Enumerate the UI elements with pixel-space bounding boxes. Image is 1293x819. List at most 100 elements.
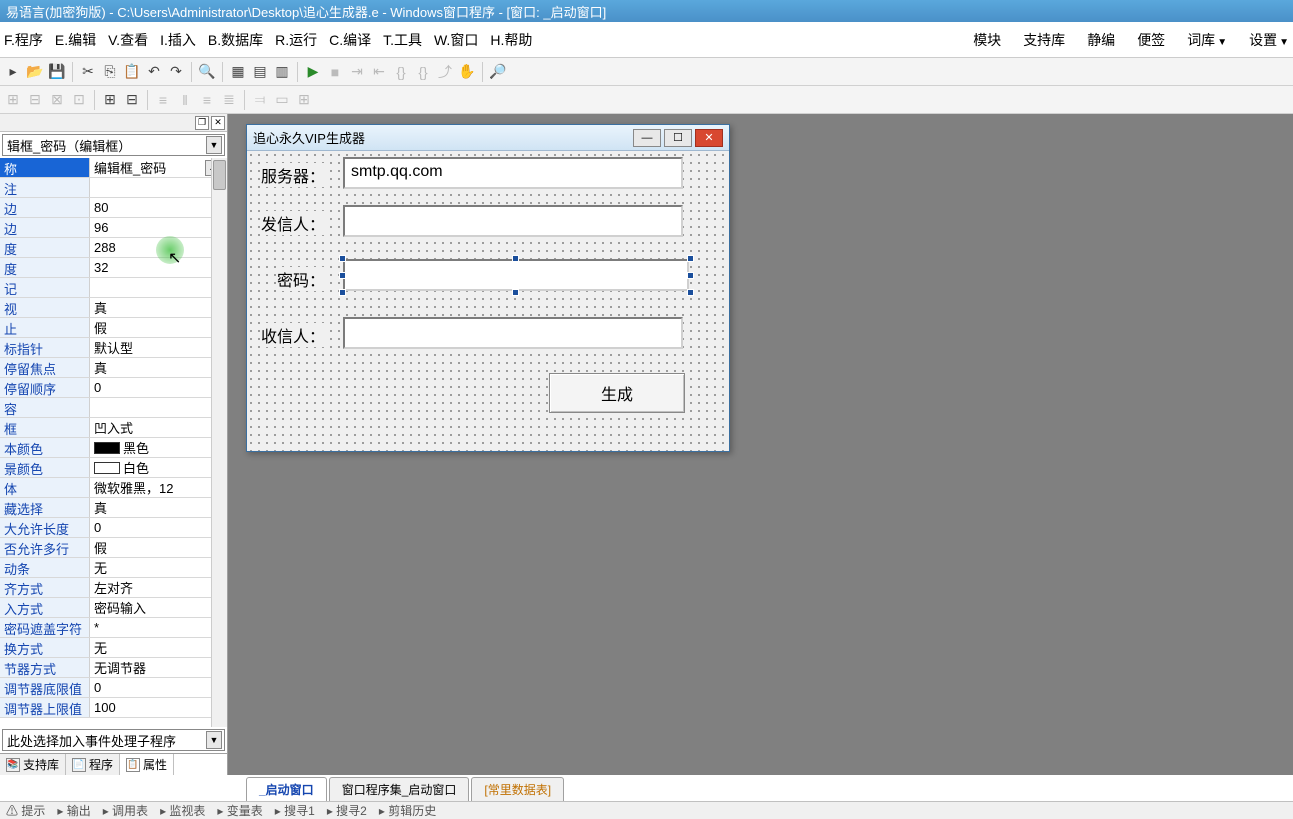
tb-layout2[interactable]: ▤ bbox=[249, 61, 271, 83]
chevron-down-icon[interactable]: ▼ bbox=[206, 731, 222, 749]
property-row[interactable]: 节器方式无调节器 bbox=[0, 658, 227, 678]
panel-close-icon[interactable]: ✕ bbox=[211, 116, 225, 130]
property-row[interactable]: 边96 bbox=[0, 218, 227, 238]
menu-support-lib[interactable]: 支持库 bbox=[1023, 30, 1065, 50]
property-row[interactable]: 标指针默认型 bbox=[0, 338, 227, 358]
menu-module[interactable]: 模块 bbox=[973, 30, 1001, 50]
property-row[interactable]: 调节器上限值100 bbox=[0, 698, 227, 718]
menu-view[interactable]: V.查看 bbox=[108, 30, 148, 50]
menu-edit[interactable]: E.编辑 bbox=[55, 30, 96, 50]
tb-step2[interactable]: ⇤ bbox=[368, 61, 390, 83]
menu-notes[interactable]: 便签 bbox=[1137, 30, 1165, 50]
label-server[interactable]: 服务器： bbox=[261, 163, 325, 187]
editor-tab[interactable]: [常里数据表] bbox=[471, 777, 564, 801]
tb-cut[interactable]: ✂ bbox=[77, 61, 99, 83]
panel-restore-icon[interactable]: ❐ bbox=[195, 116, 209, 130]
maximize-button[interactable]: ☐ bbox=[664, 129, 692, 147]
editor-tab[interactable]: _启动窗口 bbox=[246, 777, 327, 801]
tba-2[interactable]: ⊟ bbox=[24, 89, 46, 111]
property-row[interactable]: 入方式密码输入 bbox=[0, 598, 227, 618]
property-value[interactable]: 0 bbox=[90, 518, 227, 537]
label-sender[interactable]: 发信人： bbox=[261, 211, 325, 235]
tb-open[interactable]: 📂 bbox=[24, 61, 46, 83]
tba-9[interactable]: ≡ bbox=[196, 89, 218, 111]
menu-word-lib[interactable]: 词库▼ bbox=[1187, 30, 1227, 50]
property-row[interactable]: 停留焦点真 bbox=[0, 358, 227, 378]
property-value[interactable]: 假 bbox=[90, 538, 227, 557]
tb-step3[interactable]: {} bbox=[390, 61, 412, 83]
tb-paste[interactable]: 📋 bbox=[121, 61, 143, 83]
property-row[interactable]: 本颜色黑色 bbox=[0, 438, 227, 458]
property-row[interactable]: 框凹入式 bbox=[0, 418, 227, 438]
menu-window[interactable]: W.窗口 bbox=[434, 30, 478, 50]
property-value[interactable]: 假 bbox=[90, 318, 227, 337]
property-row[interactable]: 齐方式左对齐 bbox=[0, 578, 227, 598]
property-row[interactable]: 大允许长度0 bbox=[0, 518, 227, 538]
property-row[interactable]: 记 bbox=[0, 278, 227, 298]
tba-5[interactable]: ⊞ bbox=[99, 89, 121, 111]
menu-settings[interactable]: 设置▼ bbox=[1249, 30, 1289, 50]
property-value[interactable]: 白色 bbox=[90, 458, 227, 477]
input-receiver[interactable] bbox=[343, 317, 683, 349]
editor-tab[interactable]: 窗口程序集_启动窗口 bbox=[329, 777, 470, 801]
property-value[interactable]: 默认型 bbox=[90, 338, 227, 357]
status-item[interactable]: ▸ 搜寻1 bbox=[275, 802, 315, 819]
tb-debug-find[interactable]: 🔎 bbox=[487, 61, 509, 83]
property-value[interactable]: * bbox=[90, 618, 227, 637]
tb-step5[interactable]: ⤴ bbox=[434, 61, 456, 83]
input-sender[interactable] bbox=[343, 205, 683, 237]
property-value[interactable]: 真 bbox=[90, 498, 227, 517]
property-row[interactable]: 边80 bbox=[0, 198, 227, 218]
tb-step4[interactable]: {} bbox=[412, 61, 434, 83]
close-button[interactable]: ✕ bbox=[695, 129, 723, 147]
scrollbar-thumb[interactable] bbox=[213, 160, 226, 190]
property-row[interactable]: 容 bbox=[0, 398, 227, 418]
tb-redo[interactable]: ↷ bbox=[165, 61, 187, 83]
property-row[interactable]: 体微软雅黑，12 bbox=[0, 478, 227, 498]
property-value[interactable]: 无 bbox=[90, 638, 227, 657]
property-value[interactable] bbox=[90, 398, 227, 417]
property-value[interactable]: 288 bbox=[90, 238, 227, 257]
tb-stop[interactable]: ■ bbox=[324, 61, 346, 83]
status-item[interactable]: ⚠ 提示 bbox=[6, 802, 45, 819]
tba-8[interactable]: ‖ bbox=[174, 89, 196, 111]
tba-1[interactable]: ⊞ bbox=[2, 89, 24, 111]
property-value[interactable]: 黑色 bbox=[90, 438, 227, 457]
form-designer[interactable]: 追心永久VIP生成器 — ☐ ✕ 服务器： smtp.qq.com 发信人： 密… bbox=[228, 114, 1293, 775]
tb-undo[interactable]: ↶ bbox=[143, 61, 165, 83]
property-value[interactable]: 96 bbox=[90, 218, 227, 237]
scrollbar[interactable] bbox=[211, 158, 227, 727]
tba-6[interactable]: ⊟ bbox=[121, 89, 143, 111]
tb-copy[interactable]: ⎘ bbox=[99, 61, 121, 83]
property-value[interactable]: 凹入式 bbox=[90, 418, 227, 437]
tba-7[interactable]: ≡ bbox=[152, 89, 174, 111]
tba-12[interactable]: ▭ bbox=[271, 89, 293, 111]
generate-button[interactable]: 生成 bbox=[549, 373, 685, 413]
property-row[interactable]: 换方式无 bbox=[0, 638, 227, 658]
property-grid[interactable]: 称编辑框_密码…注边80边96度288度32记视真止假标指针默认型停留焦点真停留… bbox=[0, 158, 227, 727]
input-server[interactable]: smtp.qq.com bbox=[343, 157, 683, 189]
menu-tools[interactable]: T.工具 bbox=[383, 30, 422, 50]
minimize-button[interactable]: — bbox=[633, 129, 661, 147]
property-row[interactable]: 称编辑框_密码… bbox=[0, 158, 227, 178]
tba-3[interactable]: ⊠ bbox=[46, 89, 68, 111]
designed-form[interactable]: 追心永久VIP生成器 — ☐ ✕ 服务器： smtp.qq.com 发信人： 密… bbox=[246, 124, 730, 452]
tab-program[interactable]: 📄程序 bbox=[66, 754, 120, 775]
status-item[interactable]: ▸ 变量表 bbox=[217, 802, 262, 819]
status-item[interactable]: ▸ 监视表 bbox=[160, 802, 205, 819]
property-value[interactable]: 100 bbox=[90, 698, 227, 717]
tb-layout3[interactable]: ▥ bbox=[271, 61, 293, 83]
status-item[interactable]: ▸ 输出 bbox=[57, 802, 90, 819]
property-value[interactable]: 80 bbox=[90, 198, 227, 217]
property-row[interactable]: 藏选择真 bbox=[0, 498, 227, 518]
tb-layout1[interactable]: ▦ bbox=[227, 61, 249, 83]
property-row[interactable]: 景颜色白色 bbox=[0, 458, 227, 478]
menu-insert[interactable]: I.插入 bbox=[160, 30, 196, 50]
property-value[interactable]: 0 bbox=[90, 678, 227, 697]
tba-11[interactable]: ⫤ bbox=[249, 89, 271, 111]
label-receiver[interactable]: 收信人： bbox=[261, 323, 325, 347]
tb-step1[interactable]: ⇥ bbox=[346, 61, 368, 83]
property-row[interactable]: 注 bbox=[0, 178, 227, 198]
property-value[interactable]: 真 bbox=[90, 298, 227, 317]
tb-find[interactable]: 🔍 bbox=[196, 61, 218, 83]
